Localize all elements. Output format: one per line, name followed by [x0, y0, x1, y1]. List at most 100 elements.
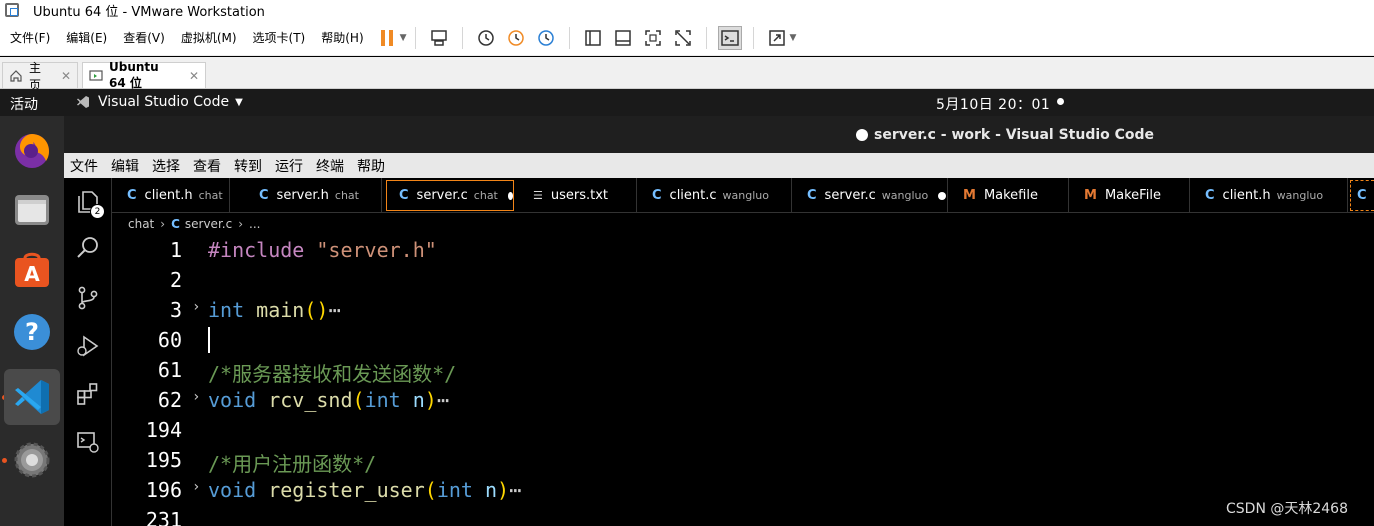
dock-files[interactable] [4, 182, 60, 238]
vmware-tab-bar: 主页 ✕ Ubuntu 64 位 ✕ [0, 57, 1374, 92]
toolbar-separator [568, 26, 570, 49]
folded-ellipsis[interactable]: ⋯ [437, 388, 449, 412]
source-control-button[interactable] [74, 284, 102, 312]
fold-chevron-icon[interactable]: › [192, 299, 200, 315]
unity-mode-icon[interactable] [671, 26, 695, 50]
line-number: 231 [145, 508, 182, 526]
vscode-menu-selection[interactable]: 选择 [152, 156, 180, 176]
editor-tab-overflow[interactable]: C [1350, 180, 1374, 211]
ubuntu-top-bar: 活动 Visual Studio Code ▼ 5月10日 20：01 [0, 89, 1374, 116]
fold-chevron-icon[interactable]: › [192, 389, 200, 405]
editor-tab[interactable]: M Makefile [948, 178, 1069, 213]
stretch-guest-icon[interactable] [765, 26, 789, 50]
vscode-mini-icon [76, 95, 90, 109]
tab-home[interactable]: 主页 ✕ [2, 61, 78, 92]
code-text: void register_user(int n)⋯ [208, 478, 521, 502]
source-control-icon [78, 286, 98, 310]
ubuntu-dock: A ? [0, 116, 64, 526]
c-file-icon: C [259, 188, 269, 203]
editor-tab-bar: C client.h chat C server.h chat C server… [112, 178, 1374, 213]
activities-button[interactable]: 活动 [10, 94, 38, 114]
close-icon[interactable]: ✕ [189, 69, 199, 83]
fold-chevron-icon[interactable]: › [192, 479, 200, 495]
app-menu[interactable]: Visual Studio Code ▼ [76, 94, 243, 110]
extensions-button[interactable] [74, 380, 102, 408]
token-directive: #include [208, 238, 305, 262]
editor-tab[interactable]: C client.h wangluo [1190, 178, 1348, 213]
explorer-button[interactable]: 2 [74, 188, 105, 219]
editor-tab[interactable]: C server.h chat [244, 178, 382, 213]
token-keyword: int [364, 388, 401, 412]
unsaved-dot-icon[interactable] [938, 191, 947, 200]
snapshot-icon[interactable] [474, 26, 498, 50]
stretch-dropdown-icon[interactable]: ▼ [790, 33, 797, 43]
dock-software[interactable]: A [4, 242, 60, 298]
breadcrumb-file[interactable]: server.c [185, 217, 232, 231]
run-debug-button[interactable] [74, 332, 102, 360]
revert-snapshot-icon[interactable] [504, 26, 528, 50]
breadcrumb-more[interactable]: ... [249, 217, 260, 231]
clock[interactable]: 5月10日 20：01 [936, 94, 1050, 114]
editor-tab-name: users.txt [550, 188, 609, 203]
editor-tab[interactable]: M MakeFile [1069, 178, 1190, 213]
code-comment: /*用户注册函数*/ [208, 452, 377, 476]
snapshot-manager-icon[interactable] [534, 26, 558, 50]
code-line: 60 [112, 325, 1374, 355]
vscode-menu-edit[interactable]: 编辑 [111, 156, 139, 176]
fullscreen-icon[interactable] [641, 26, 665, 50]
unsaved-dot-icon[interactable] [507, 191, 513, 200]
breadcrumb: chat › C server.c › ... [112, 213, 1374, 235]
help-icon: ? [14, 314, 50, 350]
vscode-menu-file[interactable]: 文件 [70, 156, 98, 176]
vscode-menu-run[interactable]: 运行 [275, 156, 303, 176]
unsaved-dot-icon [856, 129, 868, 141]
line-number: 2 [169, 268, 182, 292]
menu-vm[interactable]: 虚拟机(M) [173, 29, 245, 46]
watermark: CSDN @天林2468 [1226, 501, 1348, 517]
menu-view[interactable]: 查看(V) [115, 29, 173, 46]
menu-tabs[interactable]: 选项卡(T) [245, 29, 314, 46]
home-icon [9, 69, 23, 83]
vmware-title-bar: Ubuntu 64 位 - VMware Workstation [0, 0, 1374, 20]
c-file-icon: C [1205, 188, 1215, 203]
editor-tab[interactable]: C client.h chat [112, 178, 230, 213]
editor-tab[interactable]: ☰ users.txt [518, 178, 637, 213]
vscode-menu-view[interactable]: 查看 [193, 156, 221, 176]
dock-help[interactable]: ? [4, 304, 60, 360]
folded-ellipsis[interactable]: ⋯ [509, 478, 521, 502]
code-editor[interactable]: 1 #include "server.h" 2 3 › int main()⋯ … [112, 235, 1374, 526]
menu-file[interactable]: 文件(F) [2, 29, 58, 46]
console-view-icon[interactable] [717, 25, 742, 50]
send-ctrl-alt-del-icon[interactable] [427, 26, 451, 50]
sidebar-toggle-icon[interactable] [581, 26, 605, 50]
pause-icon[interactable] [375, 26, 399, 50]
dock-settings[interactable] [4, 432, 60, 488]
vscode-menu-go[interactable]: 转到 [234, 156, 262, 176]
code-line: 1 #include "server.h" [112, 235, 1374, 265]
menu-help[interactable]: 帮助(H) [313, 29, 371, 46]
vm-icon [89, 69, 103, 83]
token-keyword: int [208, 298, 245, 322]
code-text: void rcv_snd(int n)⋯ [208, 388, 449, 412]
editor-tab-active[interactable]: C server.c chat [386, 180, 514, 211]
editor-tab-folder: chat [198, 189, 223, 202]
tab-ubuntu[interactable]: Ubuntu 64 位 ✕ [82, 60, 206, 90]
vscode-menu-bar: 文件 编辑 选择 查看 转到 运行 终端 帮助 [64, 153, 1374, 178]
menu-edit[interactable]: 编辑(E) [58, 29, 115, 46]
editor-tab[interactable]: C client.c wangluo [637, 178, 792, 213]
line-number: 196 [145, 478, 182, 502]
breadcrumb-folder[interactable]: chat [128, 217, 154, 231]
dock-firefox[interactable] [4, 122, 60, 178]
code-line: 62 › void rcv_snd(int n)⋯ [112, 385, 1374, 415]
editor-tab[interactable]: C server.c wangluo [792, 178, 948, 213]
folded-ellipsis[interactable]: ⋯ [328, 298, 340, 322]
dock-vscode[interactable] [4, 369, 60, 425]
c-file-icon: C [652, 188, 662, 203]
remote-explorer-button[interactable] [74, 428, 102, 456]
pause-dropdown-icon[interactable]: ▼ [400, 33, 407, 43]
thumbnail-bar-icon[interactable] [611, 26, 635, 50]
vscode-menu-help[interactable]: 帮助 [357, 156, 385, 176]
search-button[interactable] [74, 234, 102, 262]
close-icon[interactable]: ✕ [61, 69, 71, 83]
vscode-menu-terminal[interactable]: 终端 [316, 156, 344, 176]
